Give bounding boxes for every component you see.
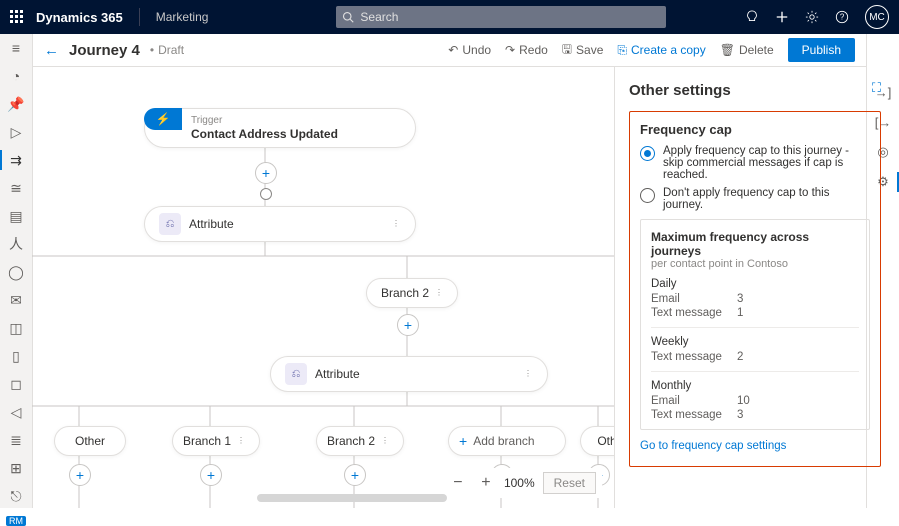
search-input[interactable]: Search [336,6,666,28]
mail-icon[interactable]: ✉ [8,292,24,308]
undo-button[interactable]: ↶ Undo [448,43,491,57]
help-icon[interactable]: ? [835,10,849,24]
add-step-button[interactable]: + [344,464,366,486]
add-branch-button[interactable]: +Add branch [448,426,566,456]
monthly-label: Monthly [651,380,859,392]
play-icon[interactable]: ▷ [8,124,24,140]
product-name: Marketing [156,10,209,24]
other-branch-node[interactable]: Other [54,426,126,456]
gear-icon[interactable] [805,10,819,24]
branch-node[interactable]: Branch 2 ⋮ [366,278,458,308]
horizontal-scrollbar[interactable] [257,494,447,502]
radio-icon [640,146,655,161]
attribute-label: Attribute [189,217,234,231]
weekly-label: Weekly [651,336,859,348]
branch-node[interactable]: Branch 1⋮ [172,426,260,456]
node-menu-icon[interactable]: ⋮ [237,437,245,445]
library-icon[interactable]: ≣ [8,432,24,448]
panel-title: Other settings [629,82,881,99]
back-icon[interactable]: ◁ [8,404,24,420]
node-menu-icon[interactable]: ⋮ [524,370,533,378]
journey-title: Journey 4 [69,42,140,59]
save-button[interactable]: 🖫 Save [562,40,604,61]
max-frequency-title: Maximum frequency across journeys [651,230,859,258]
app-launcher-icon[interactable] [10,10,24,24]
attribute-label: Attribute [315,367,360,381]
radio-skip-cap[interactable]: Don't apply frequency cap to this journe… [640,187,870,211]
redo-button[interactable]: ↷ Redo [505,43,548,57]
add-step-button[interactable]: + [255,162,277,184]
avatar[interactable]: MC [865,5,889,29]
globe-icon[interactable]: ◯ [8,264,24,280]
radio-apply-cap[interactable]: Apply frequency cap to this journey - sk… [640,145,870,181]
journey-status: Draft [150,43,184,57]
attribute-icon: ⎌ [159,213,181,235]
add-step-button[interactable]: + [69,464,91,486]
add-step-button[interactable]: + [200,464,222,486]
area-switcher[interactable]: RM [6,516,26,526]
notification-icon[interactable]: ◫ [8,320,24,336]
svg-text:?: ? [840,13,845,22]
max-frequency-subtitle: per contact point in Contoso [651,258,859,270]
zoom-value: 100% [504,476,535,490]
popout-icon[interactable]: ⛶ [872,80,881,96]
trigger-name: Contact Address Updated [191,127,338,141]
zoom-reset-button[interactable]: Reset [543,472,596,494]
zoom-controls: − + 100% Reset [442,468,602,498]
attribute-node[interactable]: ⎌ Attribute ⋮ [144,206,416,242]
other-branch-node[interactable]: Oth [580,426,614,456]
branch-node[interactable]: Branch 2⋮ [316,426,404,456]
max-frequency-box: Maximum frequency across journeys per co… [640,219,870,430]
pin-icon[interactable]: 📌 [8,96,24,112]
contacts-icon[interactable]: 人 [8,236,24,252]
chart-icon[interactable]: ▤ [8,208,24,224]
frequency-cap-title: Frequency cap [640,122,870,137]
brand-name: Dynamics 365 [36,10,123,25]
trigger-label: Trigger [191,115,338,127]
chat-icon[interactable]: ◻ [8,376,24,392]
radio-icon [640,188,655,203]
journey-canvas[interactable]: ⚡ Trigger Contact Address Updated + ⎌ At… [32,66,614,508]
settings-panel: Other settings ⛶ Frequency cap Apply fre… [614,66,895,508]
node-menu-icon[interactable]: ⋮ [381,437,389,445]
zoom-out-button[interactable]: − [448,473,468,493]
add-icon[interactable] [775,10,789,24]
node-menu-icon[interactable]: ⋮ [392,220,401,228]
analytics-icon[interactable]: ≅ [8,180,24,196]
search-placeholder: Search [360,10,398,24]
left-nav-rail: ≡ ◔ 📌 ▷ ⇉ ≅ ▤ 人 ◯ ✉ ◫ ▯ ◻ ◁ ≣ ⊞ ⎋ RM [0,34,33,508]
hamburger-icon[interactable]: ≡ [8,40,24,56]
divider [139,8,140,26]
apps-icon[interactable]: ⊞ [8,460,24,476]
attribute-node[interactable]: ⎌ Attribute ⋮ [270,356,548,392]
journeys-icon[interactable]: ⇉ [8,152,24,168]
zoom-in-button[interactable]: + [476,473,496,493]
delete-button[interactable]: 🗑 Delete [720,43,774,57]
recent-icon[interactable]: ◔ [8,68,24,84]
daily-label: Daily [651,278,859,290]
back-button[interactable]: ← [44,42,59,59]
search-icon [342,11,354,23]
publish-button[interactable]: Publish [788,38,855,62]
phone-icon[interactable]: ▯ [8,348,24,364]
lightbulb-icon[interactable] [745,10,759,24]
frequency-cap-settings-link[interactable]: Go to frequency cap settings [640,440,870,452]
add-step-button[interactable]: + [397,314,419,336]
connector-node [260,188,272,200]
create-copy-button[interactable]: ⎘ Create a copy [617,43,705,58]
frequency-cap-section: Frequency cap Apply frequency cap to thi… [629,111,881,467]
node-menu-icon[interactable]: ⋮ [435,289,443,297]
trigger-icon: ⚡ [144,108,182,130]
attribute-icon: ⎌ [285,363,307,385]
trigger-node[interactable]: ⚡ Trigger Contact Address Updated [144,108,416,148]
link-icon[interactable]: ⎋ [8,488,24,504]
